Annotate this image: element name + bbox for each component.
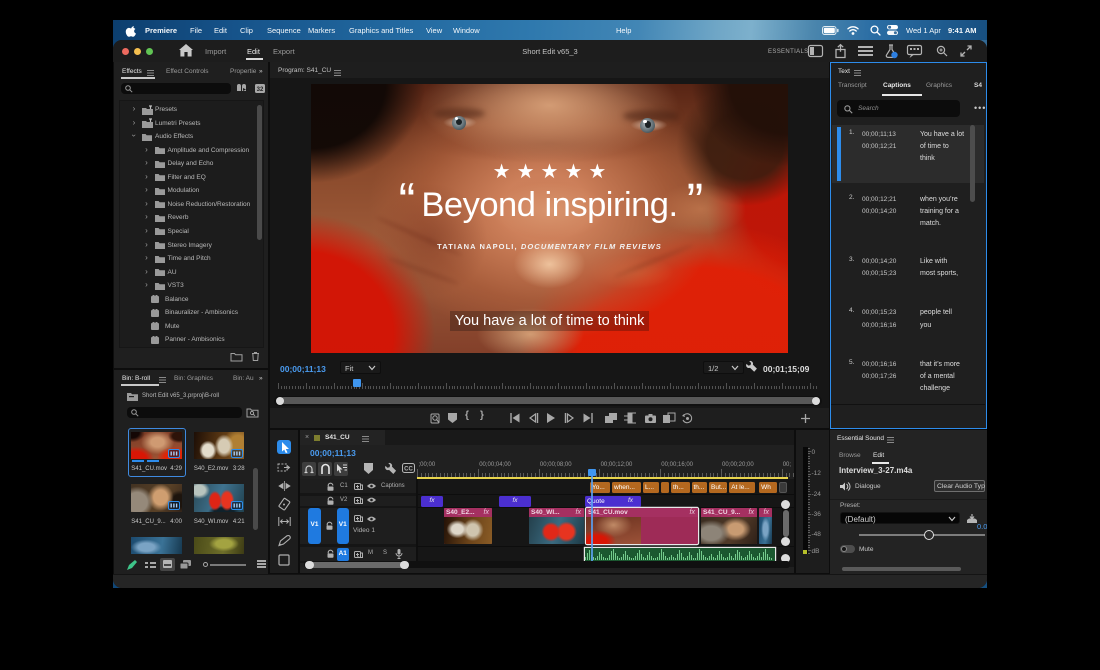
svg-text:32: 32 <box>257 87 264 93</box>
